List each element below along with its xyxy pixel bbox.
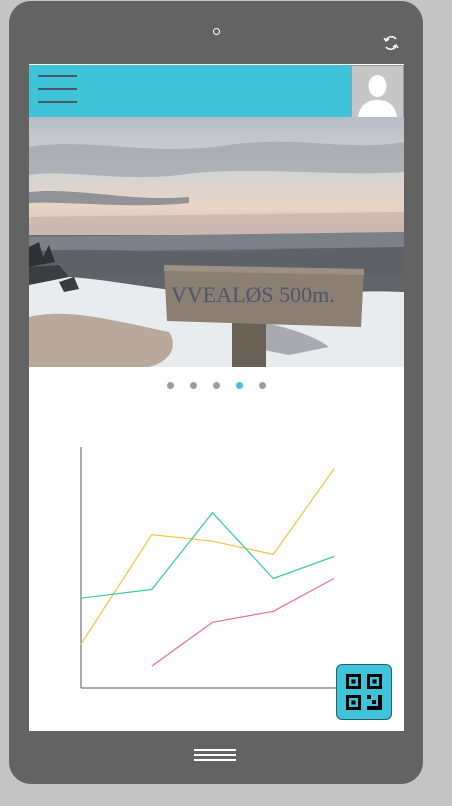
carousel-dot[interactable] [259,382,266,389]
user-avatar-icon[interactable] [351,65,404,118]
carousel-dot[interactable] [190,382,197,389]
carousel-pagination [29,382,404,392]
sign-text: VVEALØS 500m. [171,282,335,307]
series-line-3 [151,577,335,667]
camera-icon [213,28,220,35]
carousel-photo[interactable]: VVEALØS 500m. [29,117,404,367]
hamburger-menu-icon[interactable] [38,75,78,107]
carousel-dot[interactable] [213,382,220,389]
qr-code-icon [346,674,382,710]
app-screen: VVEALØS 500m. [29,64,404,731]
carousel-dot[interactable] [167,382,174,389]
rotate-icon[interactable] [382,34,400,52]
series-line-1 [80,468,335,645]
qr-code-button[interactable] [336,664,392,720]
carousel-dot-active[interactable] [236,382,243,389]
home-lines-icon[interactable] [194,748,238,764]
phone-frame: VVEALØS 500m. [9,1,423,784]
top-bar [29,65,351,117]
